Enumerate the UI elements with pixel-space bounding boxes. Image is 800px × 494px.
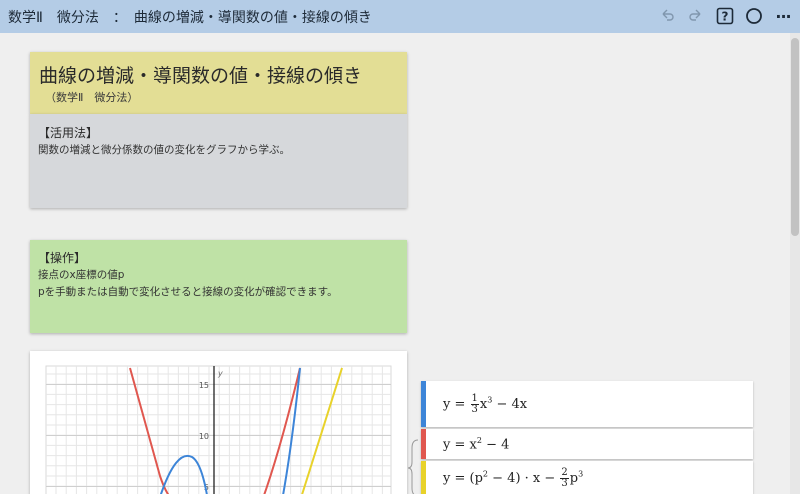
expression-item[interactable]: y = (p2 − 4) · x − 2 3 p3: [421, 461, 753, 494]
y-tick-label: 15: [199, 381, 209, 390]
usage-card: 【活用法】 関数の増減と微分係数の値の変化をグラフから学ぶ。: [30, 114, 407, 208]
operation-card: 【操作】 接点のx座標の値p pを手動または自動で変化させると接線の変化が確認で…: [30, 240, 407, 333]
expression-color-bar: [421, 381, 426, 427]
expression-item[interactable]: y = 1 3 x3 − 4x: [421, 381, 753, 427]
card-subtitle: （数学Ⅱ 微分法）: [45, 91, 139, 104]
operation-line: pを手動または自動で変化させると接線の変化が確認できます。: [38, 286, 338, 298]
expression-formula[interactable]: y = 1 3 x3 − 4x: [443, 394, 527, 415]
usage-heading: 【活用法】: [38, 126, 99, 140]
card-title: 曲線の増減・導関数の値・接線の傾き: [39, 65, 363, 87]
undo-icon[interactable]: [656, 5, 678, 27]
redo-icon[interactable]: [685, 5, 707, 27]
svg-text:?: ?: [722, 10, 729, 24]
folder-brace: [407, 439, 419, 494]
more-icon[interactable]: ···: [772, 5, 794, 27]
help-icon[interactable]: ?: [714, 5, 736, 27]
y-axis-label: y: [217, 369, 223, 378]
expression-color-bar: [421, 461, 426, 494]
expression-formula[interactable]: y = (p2 − 4) · x − 2 3 p3: [443, 468, 583, 489]
operation-line: 接点のx座標の値p: [38, 269, 125, 281]
top-bar: 数学Ⅱ 微分法 ： 曲線の増減・導関数の値・接線の傾き ? ···: [0, 0, 800, 33]
operation-heading: 【操作】: [38, 251, 87, 265]
y-tick-label: 10: [199, 432, 209, 441]
title-card: 曲線の増減・導関数の値・接線の傾き （数学Ⅱ 微分法）: [30, 52, 407, 114]
scrollbar-thumb[interactable]: [791, 38, 799, 236]
toolbar: ? ···: [649, 5, 794, 27]
page-title: 数学Ⅱ 微分法 ： 曲線の増減・導関数の値・接線の傾き: [8, 10, 372, 26]
expression-item[interactable]: y = x2 − 4: [421, 429, 753, 459]
circle-icon[interactable]: [743, 5, 765, 27]
function-graph[interactable]: y 15 10 5: [30, 351, 407, 494]
expression-formula[interactable]: y = x2 − 4: [443, 436, 509, 452]
expression-color-bar: [421, 429, 426, 459]
graph-panel[interactable]: y 15 10 5: [30, 351, 407, 494]
usage-line: 関数の増減と微分係数の値の変化をグラフから学ぶ。: [38, 144, 290, 156]
